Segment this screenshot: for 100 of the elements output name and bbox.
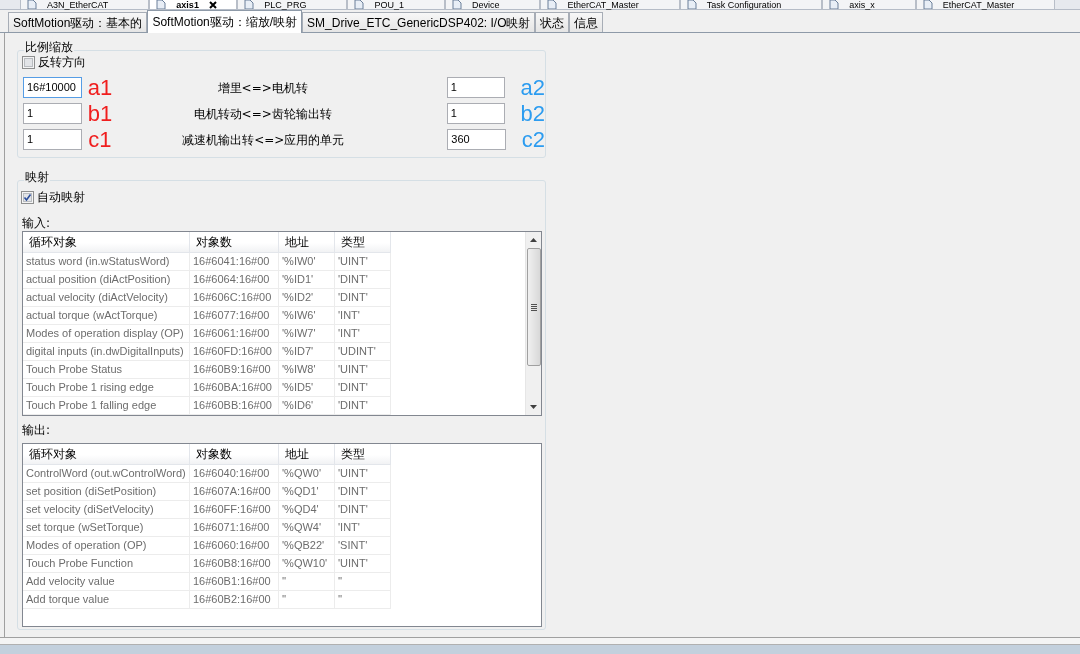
- arrow-up-icon[interactable]: [530, 238, 537, 242]
- table-cell: Touch Probe 1 rising edge: [23, 379, 190, 397]
- annotation: b2: [520, 100, 545, 126]
- table-cell: actual velocity (diActVelocity): [23, 289, 190, 307]
- table-cell: 16#6061:16#00: [190, 325, 279, 343]
- checkbox[interactable]: [22, 55, 35, 69]
- editor-tab[interactable]: axis1: [149, 0, 238, 9]
- checkbox[interactable]: [21, 190, 34, 204]
- annotation: a1: [87, 74, 113, 100]
- input-field[interactable]: 16#10000: [23, 77, 82, 98]
- column-header[interactable]: 对象数: [190, 232, 279, 253]
- table-cell: '': [335, 573, 391, 591]
- editor-tab[interactable]: EtherCAT_Master: [915, 0, 1056, 9]
- table-cell: 16#60BA:16#00: [190, 379, 279, 397]
- group-title: 映射: [24, 171, 50, 184]
- column-header[interactable]: 循环对象: [23, 232, 190, 253]
- input-field[interactable]: 360: [447, 129, 506, 150]
- tab[interactable]: SM_Drive_ETC_GenericDSP402: I/O映射: [302, 12, 536, 32]
- table-cell: 16#607A:16#00: [190, 483, 279, 501]
- table-cell: '': [279, 591, 335, 609]
- table-cell: 'SINT': [335, 537, 391, 555]
- table-cell: Touch Probe Status: [23, 361, 190, 379]
- table-cell: Add velocity value: [23, 573, 190, 591]
- column-header[interactable]: 地址: [279, 232, 335, 253]
- table-cell: '': [279, 573, 335, 591]
- table-cell: '%QD4': [279, 501, 335, 519]
- editor-tab[interactable]: Device: [444, 0, 541, 9]
- table-cell: 'DINT': [335, 271, 391, 289]
- table-cell: actual torque (wActTorque): [23, 307, 190, 325]
- table-cell: 16#6040:16#00: [190, 465, 279, 483]
- input-field[interactable]: 1: [23, 129, 83, 150]
- table-cell: '%ID1': [279, 271, 335, 289]
- editor-tab[interactable]: axis_x: [822, 0, 916, 9]
- tab-label: Task Configuration: [706, 0, 782, 10]
- table-cell: 16#6064:16#00: [190, 271, 279, 289]
- column-header[interactable]: 对象数: [190, 444, 279, 465]
- table-cell: '%QB22': [279, 537, 335, 555]
- close-icon[interactable]: [208, 0, 217, 9]
- table-cell: '': [335, 591, 391, 609]
- editor-tab[interactable]: Task Configuration: [679, 0, 823, 9]
- annotation: c2: [521, 126, 545, 152]
- table-cell: '%ID6': [279, 397, 335, 415]
- tab-label: POU_1: [374, 0, 404, 10]
- editor-tab[interactable]: POU_1: [347, 0, 445, 9]
- table-cell: 'DINT': [335, 289, 391, 307]
- table-cell: 16#6077:16#00: [190, 307, 279, 325]
- table-cell: 16#6041:16#00: [190, 253, 279, 271]
- table-cell: set torque (wSetTorque): [23, 519, 190, 537]
- scrollbar[interactable]: [525, 232, 541, 415]
- table-cell: '%QD1': [279, 483, 335, 501]
- table-cell: actual position (diActPosition): [23, 271, 190, 289]
- tab-label: A3N_EtherCAT: [47, 0, 109, 10]
- table-cell: '%ID5': [279, 379, 335, 397]
- input-field[interactable]: 1: [446, 77, 505, 98]
- table-cell: 16#60BB:16#00: [190, 397, 279, 415]
- section-label: 输出:: [22, 421, 51, 439]
- ratio-label: 增里<=>电机转: [217, 79, 308, 97]
- table-cell: status word (in.wStatusWord): [23, 253, 190, 271]
- checkbox-label: 自动映射: [37, 190, 85, 204]
- table-cell: digital inputs (in.dwDigitalInputs): [23, 343, 190, 361]
- column-header[interactable]: 类型: [335, 444, 391, 465]
- table-cell: 'UINT': [335, 361, 391, 379]
- input-field[interactable]: 1: [23, 103, 82, 124]
- column-header[interactable]: 循环对象: [23, 444, 190, 465]
- table-cell: 16#60B1:16#00: [190, 573, 279, 591]
- tab-label: Device: [471, 0, 500, 10]
- editor-tab[interactable]: EtherCAT_Master: [540, 0, 680, 9]
- input-field[interactable]: 1: [446, 103, 505, 124]
- table-cell: 16#60FF:16#00: [190, 501, 279, 519]
- table-cell: 'DINT': [335, 483, 391, 501]
- tab-label: axis_x: [849, 0, 875, 10]
- editor-tab[interactable]: A3N_EtherCAT: [20, 0, 150, 9]
- scrollbar-thumb[interactable]: [526, 248, 541, 366]
- tab[interactable]: SoftMotion驱动：基本的: [8, 12, 148, 32]
- table-cell: 'DINT': [335, 501, 391, 519]
- table-cell: '%QW10': [279, 555, 335, 573]
- tab[interactable]: 信息: [569, 12, 604, 32]
- table-cell: 16#6060:16#00: [190, 537, 279, 555]
- tab-label: EtherCAT_Master: [567, 0, 639, 10]
- tab[interactable]: 状态: [535, 12, 570, 32]
- tab-label: EtherCAT_Master: [942, 0, 1015, 10]
- arrow-down-icon[interactable]: [530, 405, 537, 409]
- table-cell: '%ID7': [279, 343, 335, 361]
- table-cell: '%QW4': [279, 519, 335, 537]
- group-title: 比例缩放: [24, 41, 74, 54]
- table-cell: '%IW8': [279, 361, 335, 379]
- table-cell: '%ID2': [279, 289, 335, 307]
- tab[interactable]: SoftMotion驱动：缩放/映射: [147, 10, 303, 33]
- table-cell: 'UINT': [335, 253, 391, 271]
- table-cell: 'DINT': [335, 379, 391, 397]
- column-header[interactable]: 类型: [335, 232, 391, 253]
- table-cell: 16#60FD:16#00: [190, 343, 279, 361]
- annotation: c1: [88, 126, 112, 152]
- editor-tab[interactable]: PLC_PRG: [237, 0, 348, 9]
- annotation: a2: [520, 74, 545, 100]
- table-cell: Touch Probe Function: [23, 555, 190, 573]
- column-header[interactable]: 地址: [279, 444, 335, 465]
- table-cell: ControlWord (out.wControlWord): [23, 465, 190, 483]
- table-cell: 'INT': [335, 519, 391, 537]
- table-cell: Modes of operation display (OP): [23, 325, 190, 343]
